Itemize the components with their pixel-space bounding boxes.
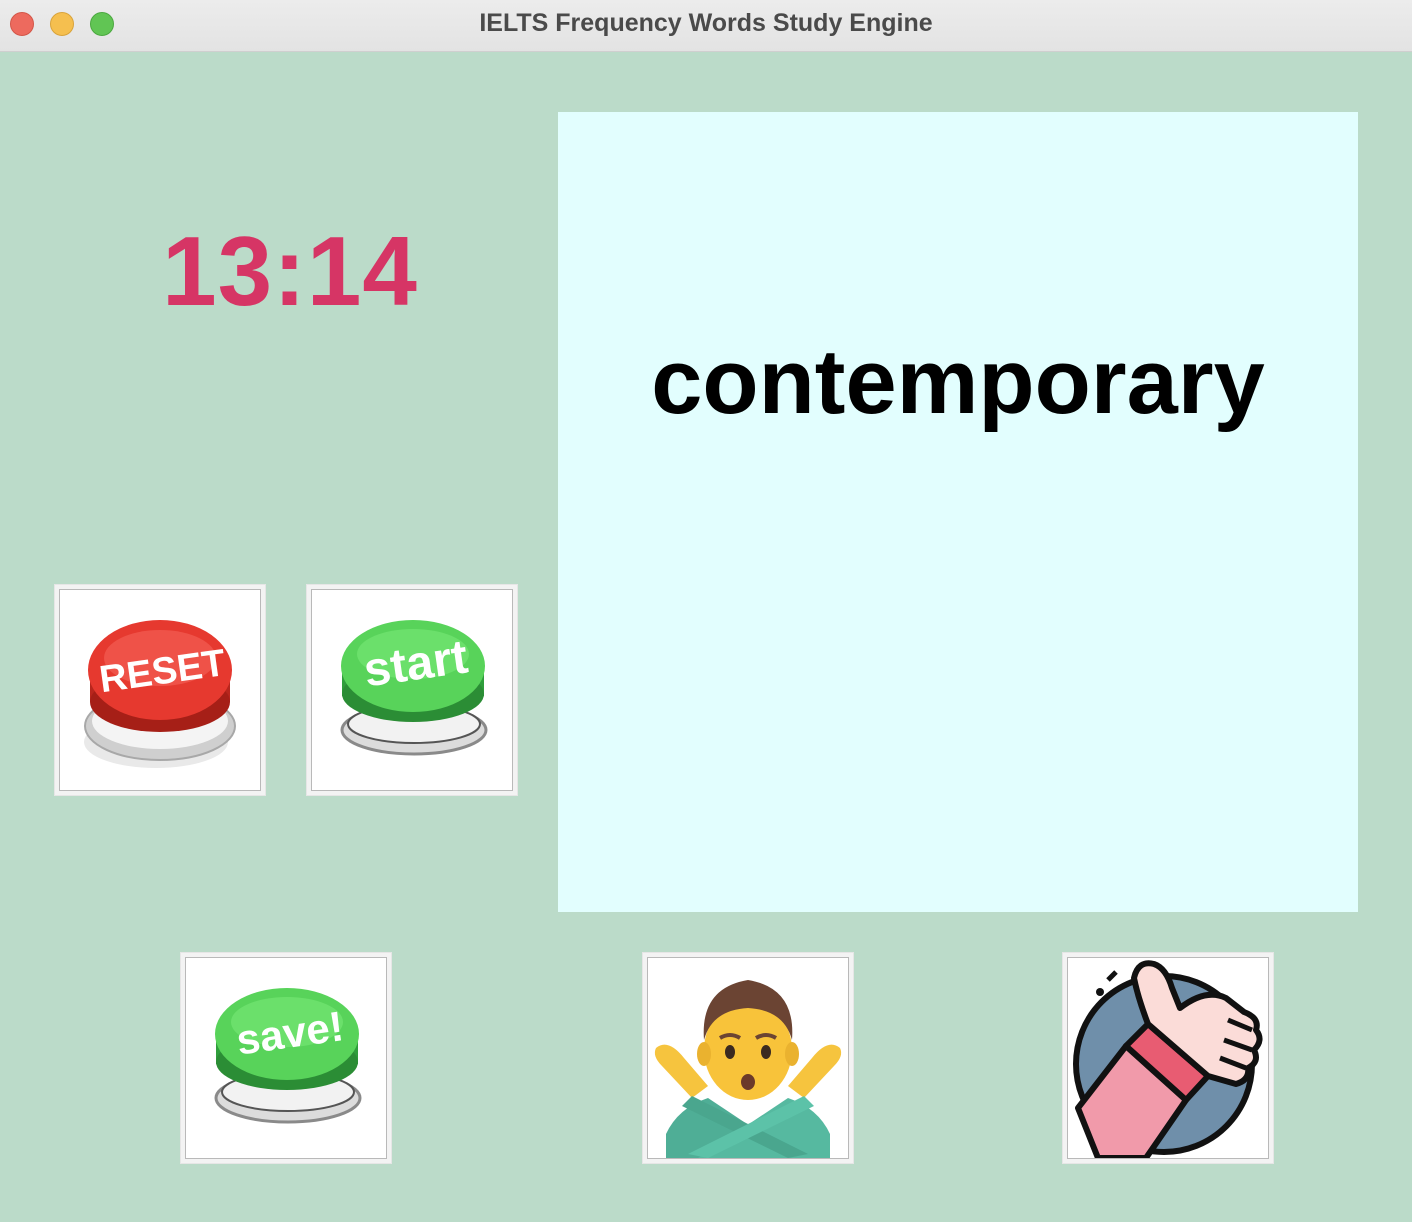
start-button[interactable]: start [306, 584, 518, 796]
window-title: IELTS Frequency Words Study Engine [479, 9, 933, 37]
red-reset-button-icon: RESET [84, 620, 236, 768]
current-word: contemporary [651, 331, 1265, 433]
green-start-button-icon: start [340, 620, 488, 756]
title-bar[interactable]: IELTS Frequency Words Study Engine [0, 0, 1412, 52]
man-crossing-arms-icon [654, 980, 842, 1158]
green-save-button-icon: save! [214, 988, 362, 1124]
thumbs-up-icon [1073, 960, 1263, 1158]
app-window: IELTS Frequency Words Study Engine 13:14… [0, 0, 1412, 1222]
reset-button[interactable]: RESET [54, 584, 266, 796]
word-card: contemporary [558, 112, 1358, 912]
reject-word-button[interactable] [642, 952, 854, 1164]
save-button[interactable]: save! [180, 952, 392, 1164]
approve-word-button[interactable] [1062, 952, 1274, 1164]
countdown-timer: 13:14 [162, 216, 418, 326]
